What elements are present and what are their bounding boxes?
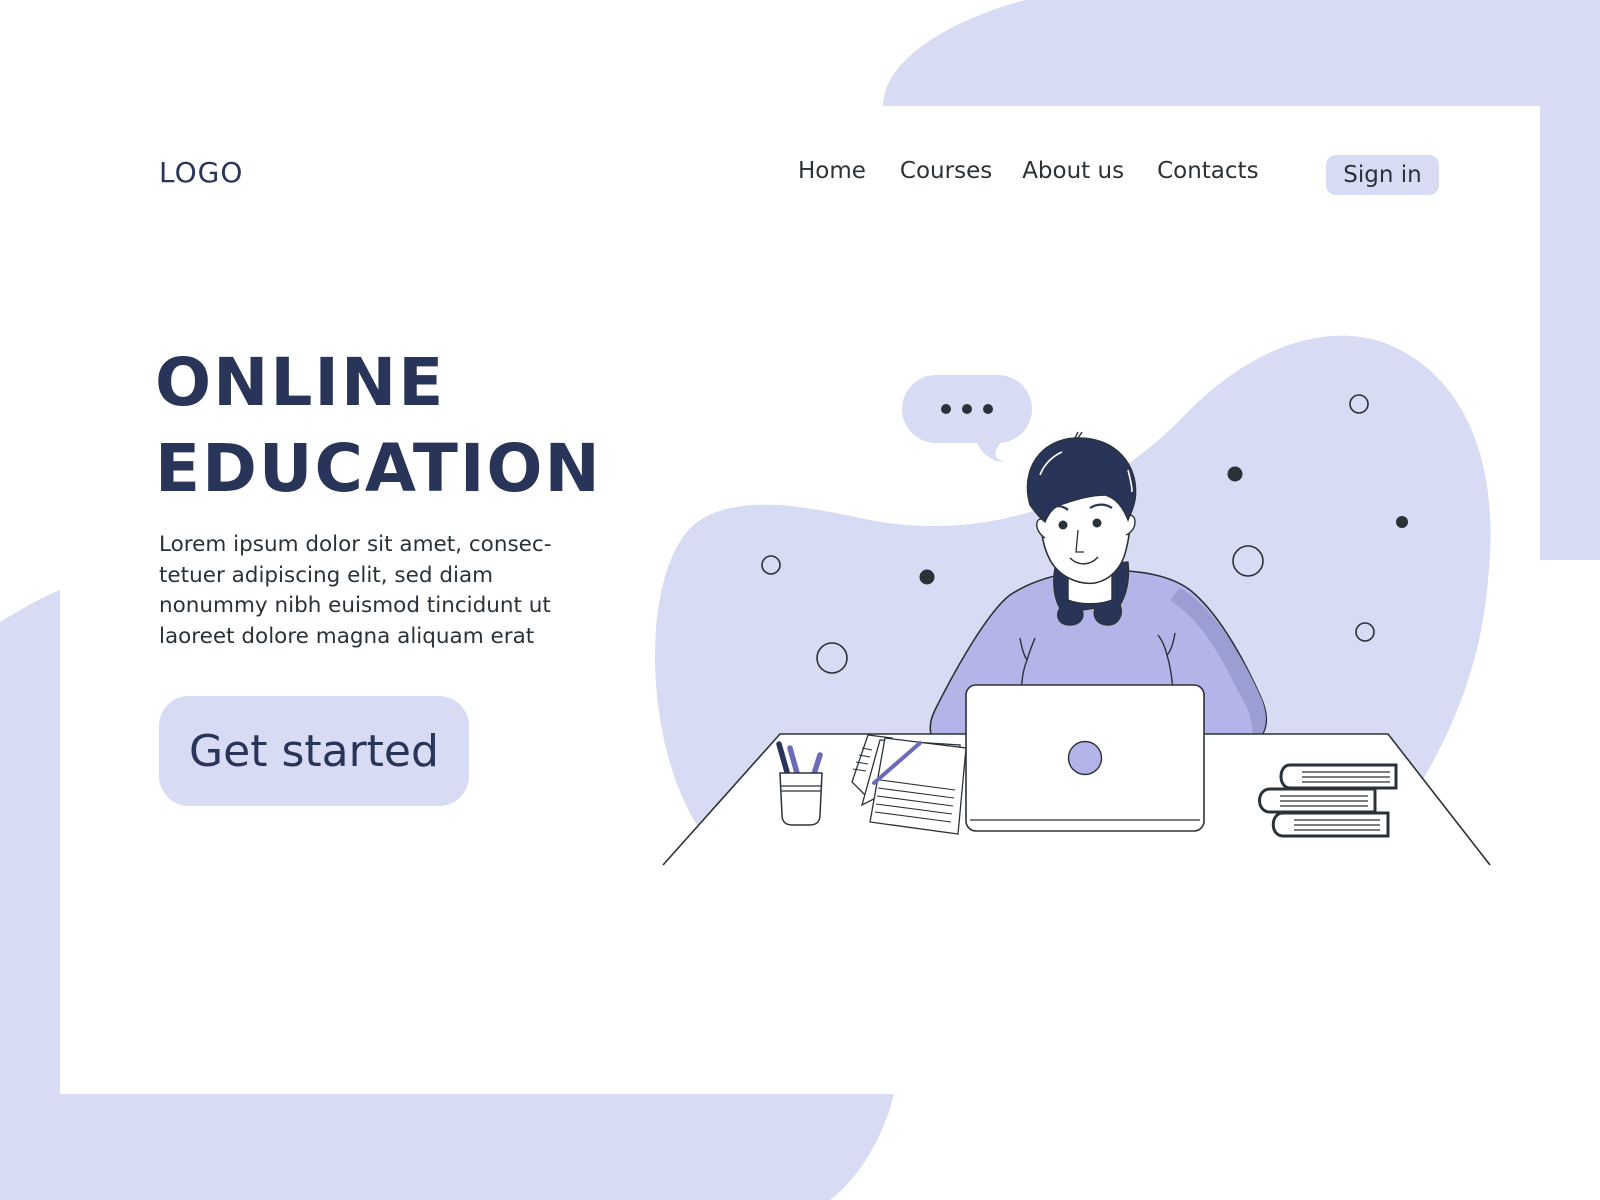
hero-description-line: tetuer adipiscing elit, sed diam [159,562,494,588]
nav-contacts[interactable]: Contacts [1157,158,1258,184]
hero-title-line-1: ONLINE [155,344,446,421]
get-started-button[interactable]: Get started [159,696,469,806]
hero-description-line: nonummy nibh euismod tincidunt ut [159,593,551,618]
hero-title-line-2: EDUCATION [155,430,602,507]
sign-in-button[interactable]: Sign in [1326,155,1439,195]
hero-description: Lorem ipsum dolor sit amet, consec- tetu… [159,530,619,652]
nav-home[interactable]: Home [798,158,866,184]
main-nav: Home Courses About us Contacts [798,158,1309,184]
hero-description-line: Lorem ipsum dolor sit amet, consec- [159,532,552,557]
logo[interactable]: LOGO [159,156,243,189]
hero-description-line: laoreet dolore magna aliquam erat [159,623,535,649]
nav-courses[interactable]: Courses [900,158,992,184]
nav-about-us[interactable]: About us [1022,158,1124,184]
hero-title: ONLINE EDUCATION [155,340,602,512]
